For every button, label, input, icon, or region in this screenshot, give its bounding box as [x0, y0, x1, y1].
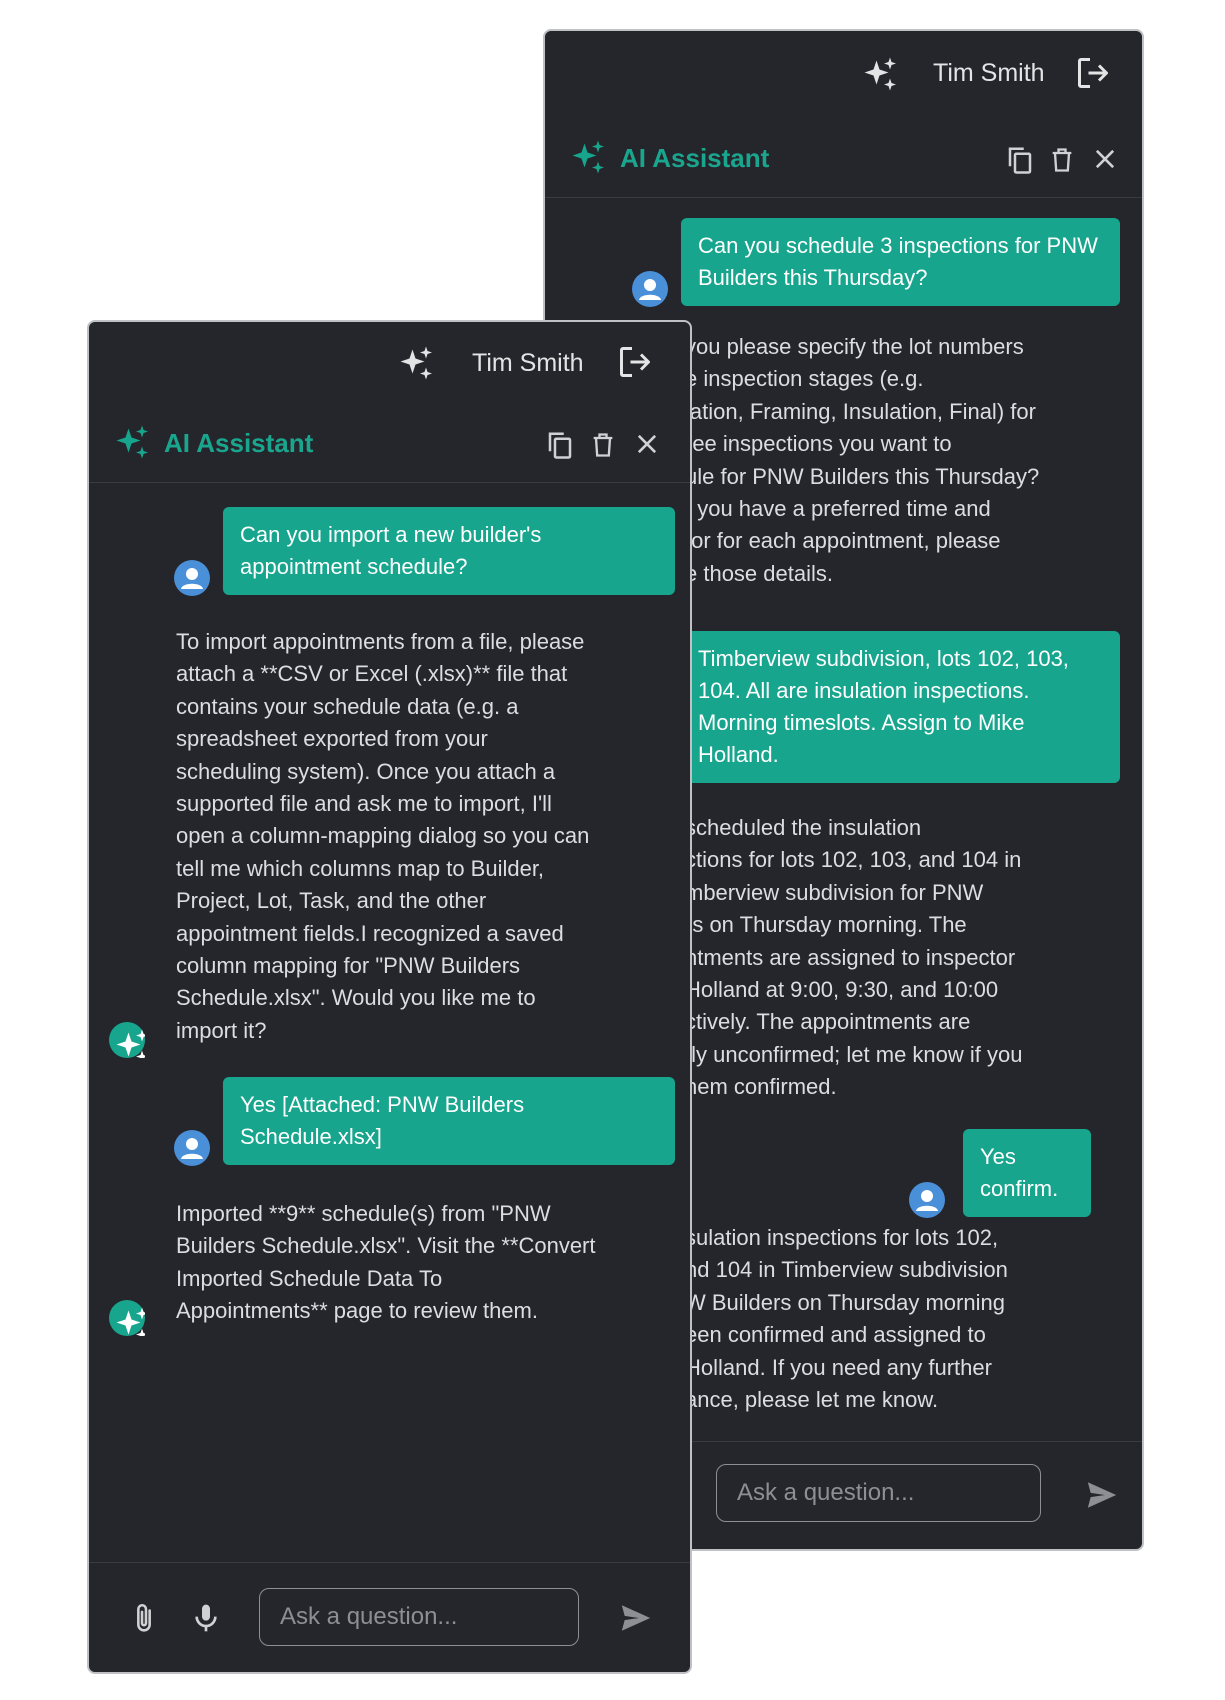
- person-icon: [632, 271, 668, 307]
- question-input[interactable]: [716, 1464, 1041, 1522]
- sparkles-icon[interactable]: [399, 345, 435, 381]
- microphone-icon[interactable]: [190, 1601, 222, 1635]
- user-message: Yes [Attached: PNW Builders Schedule.xls…: [223, 1077, 675, 1165]
- assistant-header: AI Assistant: [89, 402, 690, 483]
- assistant-message: Imported **9** schedule(s) from "PNW Bui…: [176, 1201, 596, 1324]
- question-input[interactable]: [259, 1588, 579, 1646]
- person-icon: [174, 560, 210, 596]
- sparkles-icon: [109, 1300, 145, 1336]
- send-icon[interactable]: [1085, 1478, 1119, 1512]
- user-avatar: [909, 1182, 945, 1218]
- input-footer: [89, 1562, 690, 1672]
- user-message: Timberview subdivision, lots 102, 103, 1…: [681, 631, 1120, 783]
- logout-icon[interactable]: [617, 344, 653, 380]
- sparkles-icon: [571, 139, 607, 175]
- user-message: Yes confirm.: [963, 1129, 1091, 1217]
- sparkles-icon: [109, 1022, 145, 1058]
- user-avatar: [174, 1130, 210, 1166]
- assistant-message: sulation inspections for lots 102, nd 10…: [685, 1225, 1008, 1413]
- copy-icon[interactable]: [545, 430, 575, 460]
- assistant-avatar: [109, 1022, 145, 1058]
- sparkles-icon: [115, 424, 151, 460]
- top-bar: Tim Smith: [89, 322, 690, 408]
- assistant-panel-front: Tim Smith AI Assistant Can you import a …: [87, 320, 692, 1674]
- logout-icon[interactable]: [1075, 55, 1111, 91]
- person-icon: [174, 1130, 210, 1166]
- user-message: Can you schedule 3 inspections for PNW B…: [681, 218, 1120, 306]
- assistant-header: AI Assistant: [545, 117, 1142, 198]
- trash-icon[interactable]: [1048, 145, 1076, 175]
- trash-icon[interactable]: [589, 430, 617, 460]
- close-icon[interactable]: [1091, 145, 1119, 173]
- close-icon[interactable]: [633, 430, 661, 458]
- assistant-message: scheduled the insulation ctions for lots…: [685, 815, 1023, 1100]
- top-bar: Tim Smith: [545, 31, 1142, 117]
- assistant-message: you please specify the lot numbers e ins…: [685, 334, 1040, 586]
- user-name: Tim Smith: [472, 349, 584, 377]
- assistant-message: To import appointments from a file, plea…: [176, 629, 590, 1043]
- copy-icon[interactable]: [1005, 145, 1035, 175]
- assistant-title: AI Assistant: [164, 428, 314, 458]
- sparkles-icon[interactable]: [863, 56, 899, 92]
- person-icon: [909, 1182, 945, 1218]
- send-icon[interactable]: [619, 1601, 653, 1635]
- user-avatar: [174, 560, 210, 596]
- assistant-title: AI Assistant: [620, 143, 770, 173]
- assistant-avatar: [109, 1300, 145, 1336]
- user-message: Can you import a new builder's appointme…: [223, 507, 675, 595]
- paperclip-icon[interactable]: [127, 1599, 161, 1639]
- user-name: Tim Smith: [933, 59, 1045, 87]
- user-avatar: [632, 271, 668, 307]
